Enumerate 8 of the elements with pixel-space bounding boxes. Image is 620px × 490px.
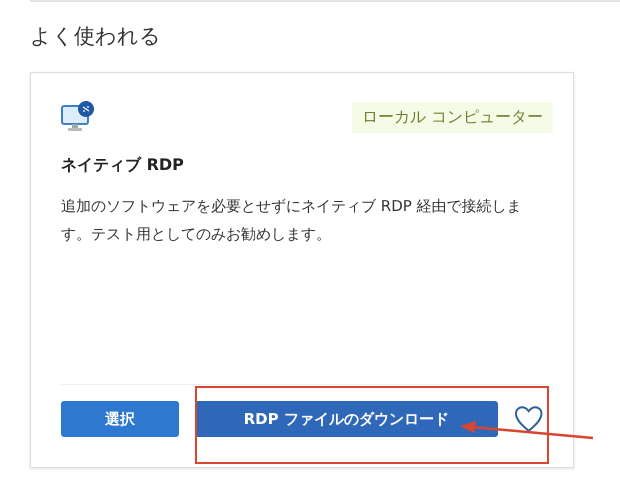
select-button[interactable]: 選択 <box>61 401 179 437</box>
section-heading: よく使われる <box>30 23 162 50</box>
card-description: 追加のソフトウェアを必要とせずにネイティブ RDP 経由で接続します。テスト用としてのみお勧めします。 <box>61 196 523 245</box>
remote-desktop-icon <box>61 101 95 133</box>
download-button[interactable]: RDP ファイルのダウンロード <box>194 401 498 437</box>
location-tag: ローカル コンピューター <box>352 102 553 132</box>
heart-icon[interactable] <box>514 405 543 433</box>
card-title: ネイティブ RDP <box>61 155 185 176</box>
